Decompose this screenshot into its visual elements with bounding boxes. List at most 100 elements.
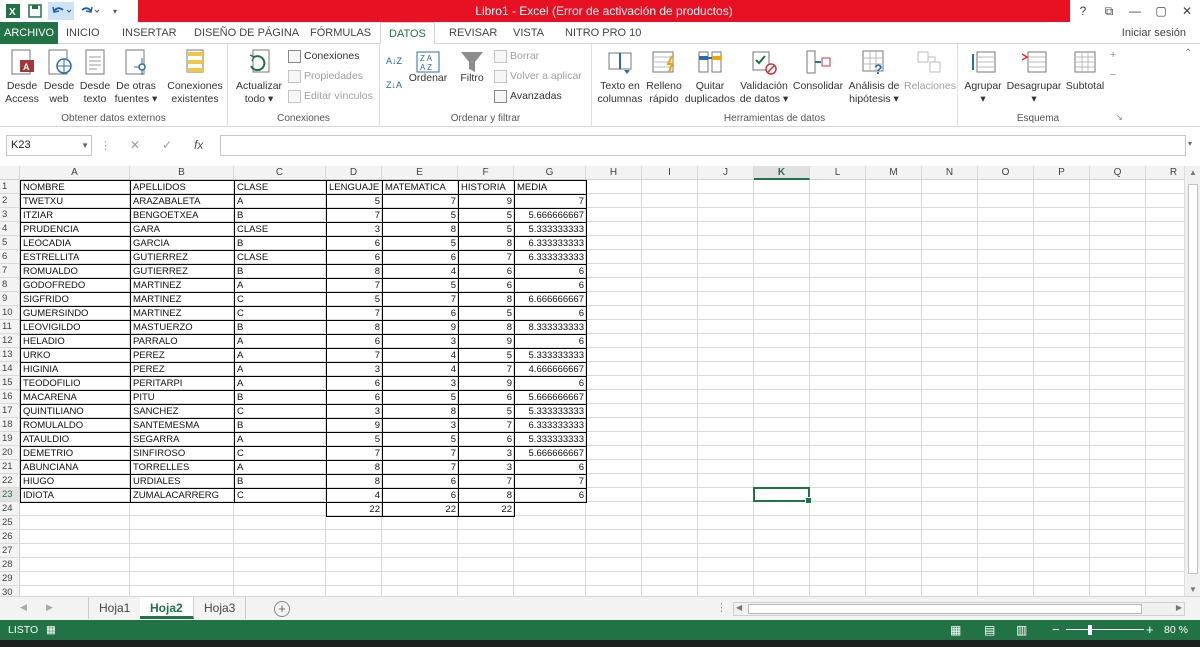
data-cell[interactable]: A [234,432,327,447]
row-header-5[interactable]: 5 [0,236,20,250]
select-all-corner[interactable] [0,166,20,180]
data-cell[interactable]: 3 [326,222,383,237]
sort-az-button[interactable]: A↓Z [386,52,402,70]
tab-split-grip[interactable]: ⋮ [716,601,727,614]
data-cell[interactable]: 8 [326,474,383,489]
data-cell[interactable]: 8 [326,264,383,279]
data-cell[interactable]: 4 [326,488,383,503]
data-cell[interactable]: SIGFRIDO [20,292,131,307]
data-cell[interactable]: PEREZ [130,348,235,363]
tab-formulas[interactable]: FÓRMULAS [302,22,379,44]
data-cell[interactable]: 5.333333333 [514,404,587,419]
data-cell[interactable]: B [234,264,327,279]
row-header-25[interactable]: 25 [0,516,20,530]
data-cell[interactable]: 6 [514,460,587,475]
data-cell[interactable]: CLASE [234,250,327,265]
column-header-f[interactable]: F [458,166,514,180]
data-cell[interactable]: 6 [382,250,459,265]
tab-inicio[interactable]: INICIO [58,22,108,44]
data-cell[interactable]: 5 [382,208,459,223]
ungroup-button[interactable]: Desagrupar ▾ [1006,48,1062,106]
row-header-13[interactable]: 13 [0,348,20,362]
data-cell[interactable]: 5.333333333 [514,432,587,447]
data-cell[interactable]: 9 [326,418,383,433]
row-header-26[interactable]: 26 [0,530,20,544]
zoom-slider-knob[interactable] [1088,625,1092,635]
text-to-columns-button[interactable]: Texto en columnas [596,48,644,106]
tab-diseno-pagina[interactable]: DISEÑO DE PÁGINA [186,22,307,44]
macro-record-icon[interactable]: ▦ [46,620,56,640]
column-header-p[interactable]: P [1034,166,1090,180]
data-cell[interactable]: B [234,208,327,223]
header-cell[interactable]: APELLIDOS [130,180,235,195]
help-button[interactable]: ? [1070,0,1096,22]
row-header-9[interactable]: 9 [0,292,20,306]
data-cell[interactable]: QUINTILIANO [20,404,131,419]
data-cell[interactable]: 8 [326,460,383,475]
data-cell[interactable]: 3 [326,362,383,377]
data-cell[interactable]: C [234,306,327,321]
tab-revisar[interactable]: REVISAR [441,22,505,44]
data-cell[interactable]: ROMULALDO [20,418,131,433]
data-cell[interactable]: GUTIERREZ [130,250,235,265]
horizontal-scroll-thumb[interactable] [748,604,1142,614]
data-cell[interactable]: 6 [514,334,587,349]
column-header-e[interactable]: E [382,166,458,180]
data-cell[interactable]: 8 [458,320,515,335]
data-cell[interactable]: 7 [382,446,459,461]
row-header-15[interactable]: 15 [0,376,20,390]
data-cell[interactable]: 5 [458,306,515,321]
data-cell[interactable]: 6.333333333 [514,418,587,433]
clear-filter-button[interactable]: Borrar [494,47,539,65]
prev-sheet-icon[interactable]: ◀ [20,602,27,613]
show-detail-icon[interactable]: + [1110,46,1116,64]
data-cell[interactable]: URKO [20,348,131,363]
data-cell[interactable]: 4 [382,348,459,363]
page-layout-view-icon[interactable]: ▤ [984,620,995,640]
from-access-button[interactable]: A Desde Access [4,48,40,106]
data-cell[interactable]: 9 [382,320,459,335]
row-header-3[interactable]: 3 [0,208,20,222]
data-cell[interactable]: GARCIA [130,236,235,251]
row-header-6[interactable]: 6 [0,250,20,264]
column-header-o[interactable]: O [978,166,1034,180]
scroll-down-icon[interactable]: ▼ [1185,585,1200,594]
data-cell[interactable]: 6 [458,390,515,405]
column-header-q[interactable]: Q [1090,166,1146,180]
save-icon[interactable] [26,2,44,20]
cancel-icon[interactable]: ✕ [130,135,140,156]
data-cell[interactable]: IDIOTA [20,488,131,503]
row-header-27[interactable]: 27 [0,544,20,558]
data-cell[interactable]: 5.333333333 [514,222,587,237]
data-cell[interactable]: 7 [382,194,459,209]
redo-icon[interactable] [78,2,102,20]
what-if-analysis-button[interactable]: ? Análisis de hipótesis ▾ [846,48,902,106]
data-cell[interactable]: DEMETRIO [20,446,131,461]
data-cell[interactable]: SANCHEZ [130,404,235,419]
data-cell[interactable]: 6 [514,278,587,293]
flash-fill-button[interactable]: Relleno rápido [646,48,682,106]
data-cell[interactable]: C [234,292,327,307]
zoom-slider-track[interactable] [1066,629,1144,630]
refresh-all-button[interactable]: Actualizar todo ▾ [232,48,286,106]
data-cell[interactable]: BENGOETXEA [130,208,235,223]
data-cell[interactable]: 7 [326,348,383,363]
data-cell[interactable]: 6 [514,376,587,391]
data-cell[interactable]: GUTIERREZ [130,264,235,279]
data-cell[interactable]: 6 [326,376,383,391]
data-cell[interactable]: 9 [458,376,515,391]
data-cell[interactable]: 3 [382,418,459,433]
tab-datos[interactable]: DATOS [380,22,435,45]
data-cell[interactable]: ABUNCIANA [20,460,131,475]
data-cell[interactable]: 6 [458,278,515,293]
horizontal-scrollbar[interactable]: ◀ ▶ [733,602,1185,616]
zoom-level[interactable]: 80 % [1164,620,1188,640]
data-cell[interactable]: 7 [326,208,383,223]
sheet-tab-hoja2[interactable]: Hoja2 [140,597,194,619]
column-header-b[interactable]: B [130,166,234,180]
edit-links-button[interactable]: Editar vínculos [288,87,373,105]
data-cell[interactable]: 6.333333333 [514,236,587,251]
row-header-30[interactable]: 30 [0,586,20,596]
zoom-out-button[interactable]: − [1052,620,1060,640]
column-header-h[interactable]: H [586,166,642,180]
